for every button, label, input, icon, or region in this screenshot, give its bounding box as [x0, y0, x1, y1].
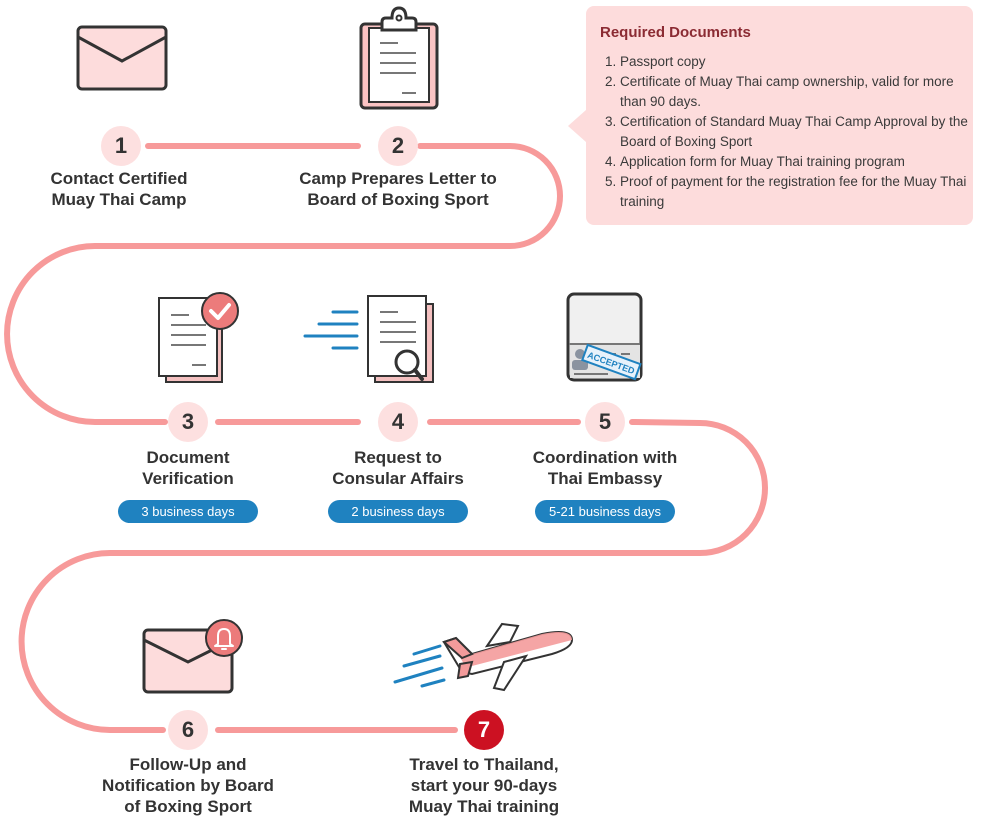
required-document-item: Passport copy: [620, 52, 970, 72]
required-document-item: Certificate of Muay Thai camp ownership,…: [620, 72, 970, 112]
required-documents-list: Passport copy Certificate of Muay Thai c…: [600, 52, 970, 212]
document-search-icon: [303, 295, 434, 383]
step-title-2: Camp Prepares Letter to Board of Boxing …: [299, 169, 497, 209]
step-title-6: Follow-Up and Notification by Board of B…: [102, 755, 274, 816]
envelope-icon: [76, 25, 168, 91]
clipboard-icon: [359, 6, 439, 110]
duration-badge-3: 3 business days: [118, 500, 258, 523]
step-number-1: 1: [101, 126, 141, 166]
step-number-6: 6: [168, 710, 208, 750]
required-documents-callout: Required Documents Passport copy Certifi…: [586, 6, 973, 225]
accepted-passport-icon: ACCEPTED: [566, 292, 643, 382]
step-number-3: 3: [168, 402, 208, 442]
duration-badge-5: 5-21 business days: [535, 500, 675, 523]
speed-line: [393, 666, 444, 684]
step-title-7: Travel to Thailand, start your 90-days M…: [408, 755, 560, 816]
airplane-icon: [393, 622, 574, 692]
step-title-5: Coordination with Thai Embassy: [532, 448, 678, 488]
document-check-icon: [158, 292, 239, 383]
step-title-1: Contact Certified Muay Thai Camp: [50, 169, 188, 209]
required-document-item: Proof of payment for the registration fe…: [620, 172, 970, 212]
required-document-item: Certification of Standard Muay Thai Camp…: [620, 112, 970, 152]
speed-line: [402, 654, 442, 668]
step-number-4: 4: [378, 402, 418, 442]
callout-pointer: [568, 110, 586, 142]
required-document-item: Application form for Muay Thai training …: [620, 152, 970, 172]
speed-line: [412, 644, 442, 656]
required-documents-title: Required Documents: [600, 24, 751, 41]
duration-badge-4: 2 business days: [328, 500, 468, 523]
envelope-bell-icon: [142, 619, 243, 694]
step-number-2: 2: [378, 126, 418, 166]
step-number-5: 5: [585, 402, 625, 442]
step-number-7: 7: [464, 710, 504, 750]
speed-line: [420, 678, 446, 688]
